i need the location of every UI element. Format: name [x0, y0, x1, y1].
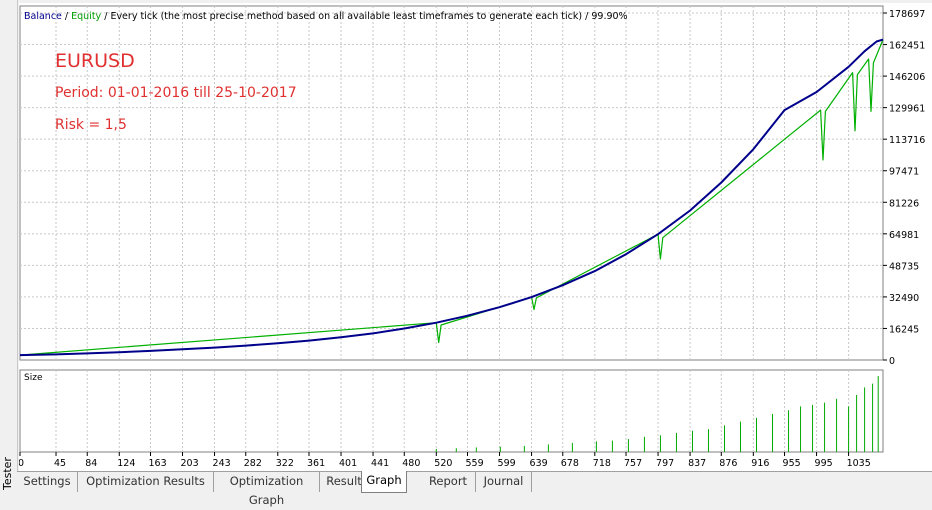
x-tick-label-19: 757: [624, 458, 642, 469]
tab-optimization-graph-label: Optimization Graph: [229, 474, 304, 507]
x-tick-label-9: 361: [307, 458, 325, 469]
tab-report[interactable]: Report: [421, 472, 476, 492]
y-tick-label-6: 97471: [889, 167, 919, 178]
x-tick-label-26: 1035: [847, 458, 871, 469]
x-tick-label-5: 203: [181, 458, 199, 469]
y-axis-ticks: 0 16245 32490 48735 64981 81226 97471 113716 129…: [883, 9, 925, 367]
x-tick-label-0: 0: [19, 458, 24, 469]
x-tick-label-21: 837: [688, 458, 706, 469]
x-tick-label-6: 243: [213, 458, 231, 469]
x-tick-label-11: 441: [371, 458, 389, 469]
size-panel-label: Size: [24, 373, 43, 383]
legend-sep-3: /: [582, 11, 591, 22]
y-tick-label-9: 146206: [889, 72, 925, 83]
legend-sep-1: /: [62, 11, 71, 22]
x-tick-label-16: 639: [530, 458, 548, 469]
tab-journal[interactable]: Journal: [476, 472, 532, 492]
x-tick-label-7: 282: [244, 458, 262, 469]
x-tick-label-3: 124: [117, 458, 135, 469]
x-tick-label-22: 876: [719, 458, 737, 469]
legend-balance: Balance: [24, 11, 62, 22]
legend-sep-2: /: [101, 11, 110, 22]
x-tick-label-18: 718: [593, 458, 611, 469]
y-tick-label-2: 32490: [889, 293, 919, 304]
x-tick-label-12: 480: [402, 458, 420, 469]
tester-side-label: Tester: [1, 457, 14, 490]
y-tick-label-7: 113716: [889, 135, 925, 146]
y-tick-label-4: 64981: [889, 230, 919, 241]
tab-graph-label: Graph: [366, 473, 402, 487]
tab-settings-label: Settings: [23, 474, 71, 488]
x-axis-ticks: 0 45 84 124 163 203 243 282 322 361 401 441 480 520 55…: [18, 452, 871, 469]
x-tick-label-10: 401: [339, 458, 357, 469]
tab-optimization-results[interactable]: Optimization Results: [78, 472, 214, 492]
legend-equity: Equity: [71, 11, 101, 22]
x-tick-label-20: 797: [656, 458, 674, 469]
balance-equity-chart: 0 16245 32490 48735 64981 81226 97471 113716 129…: [18, 5, 925, 469]
y-tick-label-11: 178697: [889, 9, 925, 20]
y-tick-label-0: 0: [889, 356, 895, 367]
tab-report-label: Report: [428, 474, 468, 488]
y-tick-label-8: 129961: [889, 104, 925, 115]
tab-optimization-results-label: Optimization Results: [86, 474, 205, 488]
y-tick-label-1: 16245: [889, 324, 919, 335]
x-tick-label-13: 520: [434, 458, 452, 469]
y-tick-label-10: 162451: [889, 41, 925, 52]
y-tick-label-5: 81226: [889, 198, 919, 209]
tester-side-strip: Tester: [0, 0, 18, 494]
risk-annotation: Risk = 1,5: [55, 117, 127, 133]
tab-settings[interactable]: Settings: [17, 472, 78, 492]
tab-optimization-graph[interactable]: Optimization Graph: [214, 472, 320, 507]
tab-journal-label: Journal: [483, 474, 524, 488]
x-tick-label-15: 599: [498, 458, 516, 469]
x-tick-label-24: 955: [783, 458, 801, 469]
x-tick-label-8: 322: [276, 458, 294, 469]
x-tick-label-1: 45: [54, 458, 66, 469]
x-tick-label-25: 995: [815, 458, 833, 469]
tester-chart-area: 0 16245 32490 48735 64981 81226 97471 113716 129…: [18, 3, 932, 471]
tester-tab-bar: Settings Optimization Results Optimizati…: [17, 471, 932, 507]
x-tick-label-2: 84: [85, 458, 97, 469]
y-tick-label-3: 48735: [889, 261, 919, 272]
x-tick-label-14: 559: [466, 458, 484, 469]
chart-header: Balance / Equity / Every tick (the most …: [24, 11, 628, 22]
tab-graph[interactable]: Graph: [361, 471, 407, 493]
x-tick-label-4: 163: [148, 458, 166, 469]
period-annotation: Period: 01-01-2016 till 25-10-2017: [55, 85, 297, 101]
symbol-annotation: EURUSD: [55, 50, 135, 72]
x-tick-label-17: 678: [561, 458, 579, 469]
modelling-quality: 99.90%: [591, 11, 627, 22]
model-description: Every tick (the most precise method base…: [110, 11, 582, 22]
x-tick-label-23: 916: [751, 458, 769, 469]
